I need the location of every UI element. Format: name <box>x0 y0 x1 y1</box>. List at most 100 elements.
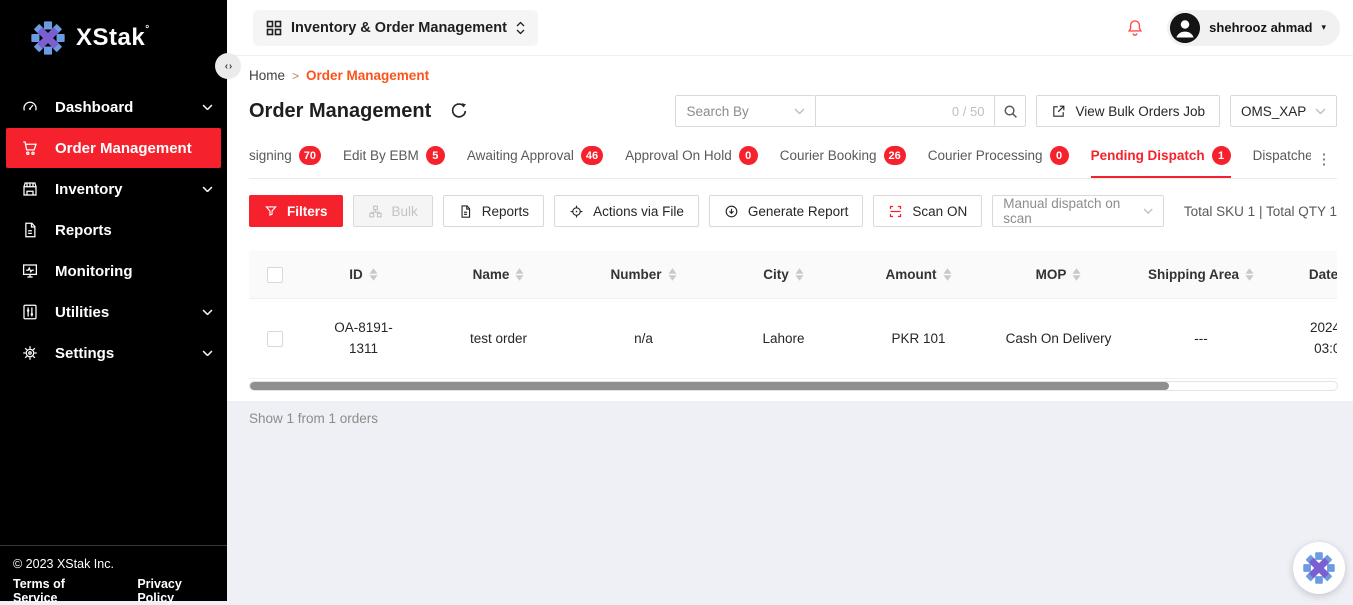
column-header-mop[interactable]: MOP <box>986 267 1131 282</box>
tab-signing[interactable]: signing 70 <box>249 146 321 178</box>
cell-date: 2024-003:02 <box>1271 318 1337 359</box>
sort-icon <box>1072 268 1081 281</box>
sort-icon <box>369 268 378 281</box>
sidebar-nav: Dashboard Order Management Inventory <box>0 86 227 545</box>
search-input[interactable]: 0 / 50 <box>815 95 995 127</box>
grid-apps-icon <box>266 20 282 36</box>
sidebar-item-label: Inventory <box>55 181 202 198</box>
aim-target-icon <box>569 204 584 219</box>
tab-count-badge: 1 <box>1212 146 1231 165</box>
filters-button[interactable]: Filters <box>249 195 343 227</box>
content: Home > Order Management Order Management… <box>227 56 1353 401</box>
reports-label: Reports <box>482 204 529 219</box>
chevron-down-icon <box>1315 108 1326 115</box>
tab-label: Edit By EBM <box>343 148 419 163</box>
caret-down-icon: ▾ <box>1321 22 1326 33</box>
avatar <box>1170 13 1200 43</box>
table-row[interactable]: OA-8191-1311 test order n/a Lahore PKR 1… <box>249 299 1337 379</box>
sidebar-item-dashboard[interactable]: Dashboard <box>0 87 227 127</box>
inventory-icon <box>21 180 39 198</box>
view-bulk-orders-label: View Bulk Orders Job <box>1075 104 1205 119</box>
sidebar-item-utilities[interactable]: Utilities <box>0 292 227 332</box>
dispatch-mode-value: Manual dispatch on scan <box>1003 196 1143 226</box>
actions-via-file-label: Actions via File <box>593 204 684 219</box>
search-button[interactable] <box>994 95 1026 127</box>
refresh-icon[interactable] <box>449 101 469 121</box>
tab-label: signing <box>249 148 292 163</box>
tab-courier-processing[interactable]: Courier Processing 0 <box>928 146 1069 178</box>
breadcrumb-home[interactable]: Home <box>249 68 285 83</box>
search-by-select[interactable]: Search By <box>675 95 815 127</box>
tab-awaiting-approval[interactable]: Awaiting Approval 46 <box>467 146 603 178</box>
tab-approval-on-hold[interactable]: Approval On Hold 0 <box>625 146 758 178</box>
breadcrumb: Home > Order Management <box>249 68 1337 83</box>
results-count-text: Show 1 from 1 orders <box>249 411 378 426</box>
select-all-checkbox[interactable] <box>267 267 283 283</box>
notification-bell-icon[interactable] <box>1125 18 1145 38</box>
bulk-button[interactable]: Bulk <box>353 195 433 227</box>
user-name: shehrooz ahmad <box>1209 20 1312 35</box>
sidebar-footer: © 2023 XStak Inc. Terms of Service Priva… <box>0 545 227 601</box>
scan-icon <box>888 204 903 219</box>
search-icon <box>1003 104 1018 119</box>
sort-icon <box>1245 268 1254 281</box>
tab-count-badge: 5 <box>426 146 445 165</box>
breadcrumb-current[interactable]: Order Management <box>306 68 429 83</box>
user-menu[interactable]: shehrooz ahmad ▾ <box>1167 10 1340 46</box>
column-header-shipping-area[interactable]: Shipping Area <box>1131 267 1271 282</box>
app-switcher[interactable]: Inventory & Order Management <box>253 10 538 46</box>
search-by-value: Search By <box>686 104 748 119</box>
column-header-date[interactable]: Date <box>1271 267 1337 282</box>
sidebar-item-label: Utilities <box>55 304 202 321</box>
tab-label: Courier Booking <box>780 148 877 163</box>
utilities-icon <box>21 303 39 321</box>
sitemap-icon <box>368 204 383 219</box>
column-header-amount[interactable]: Amount <box>851 267 986 282</box>
bulk-label: Bulk <box>392 204 418 219</box>
tab-edit-by-ebm[interactable]: Edit By EBM 5 <box>343 146 445 178</box>
cart-icon <box>21 139 39 157</box>
tabs-more-icon[interactable]: ⋮ <box>1311 141 1337 177</box>
sidebar-item-settings[interactable]: Settings <box>0 333 227 373</box>
cell-order-id: OA-8191-1311 <box>301 318 426 359</box>
app-switcher-label: Inventory & Order Management <box>291 20 507 36</box>
orders-table: ID Name Number City <box>249 251 1337 379</box>
dispatch-mode-select[interactable]: Manual dispatch on scan <box>992 195 1164 227</box>
tab-courier-booking[interactable]: Courier Booking 26 <box>780 146 906 178</box>
sidebar-item-order-management[interactable]: Order Management <box>6 128 221 168</box>
floating-xstak-button[interactable] <box>1293 542 1345 594</box>
totals-summary: Total SKU 1 | Total QTY 1 <box>1184 204 1337 219</box>
column-header-number[interactable]: Number <box>571 267 716 282</box>
tab-count-badge: 0 <box>739 146 758 165</box>
chevron-down-icon <box>202 104 213 111</box>
chevron-down-icon <box>202 309 213 316</box>
scan-toggle-button[interactable]: Scan ON <box>873 195 982 227</box>
sidebar: XStak° Dashboard Order Management Invent… <box>0 0 227 601</box>
chevron-down-icon <box>794 108 805 115</box>
sort-icon <box>515 268 524 281</box>
workspace-select-value: OMS_XAP <box>1241 104 1306 119</box>
sidebar-item-reports[interactable]: Reports <box>0 210 227 250</box>
order-status-tabs: signing 70 Edit By EBM 5 Awaiting Approv… <box>249 141 1337 179</box>
sort-icon <box>795 268 804 281</box>
row-checkbox[interactable] <box>267 331 283 347</box>
tab-label: Pending Dispatch <box>1091 148 1205 163</box>
sidebar-item-inventory[interactable]: Inventory <box>0 169 227 209</box>
page-title: Order Management <box>249 100 431 123</box>
scrollbar-thumb[interactable] <box>250 382 1169 390</box>
cell-amount: PKR 101 <box>851 331 986 346</box>
generate-report-button[interactable]: Generate Report <box>709 195 864 227</box>
column-header-name[interactable]: Name <box>426 267 571 282</box>
column-header-id[interactable]: ID <box>301 267 426 282</box>
sidebar-collapse-toggle[interactable]: ‹ › <box>215 53 241 79</box>
tab-pending-dispatch[interactable]: Pending Dispatch 1 <box>1091 146 1231 178</box>
reports-button[interactable]: Reports <box>443 195 544 227</box>
view-bulk-orders-button[interactable]: View Bulk Orders Job <box>1036 95 1220 127</box>
horizontal-scrollbar[interactable] <box>249 381 1338 391</box>
tab-count-badge: 26 <box>884 146 906 165</box>
actions-via-file-button[interactable]: Actions via File <box>554 195 699 227</box>
workspace-select[interactable]: OMS_XAP <box>1230 95 1337 127</box>
download-circle-icon <box>724 204 739 219</box>
sidebar-item-monitoring[interactable]: Monitoring <box>0 251 227 291</box>
column-header-city[interactable]: City <box>716 267 851 282</box>
